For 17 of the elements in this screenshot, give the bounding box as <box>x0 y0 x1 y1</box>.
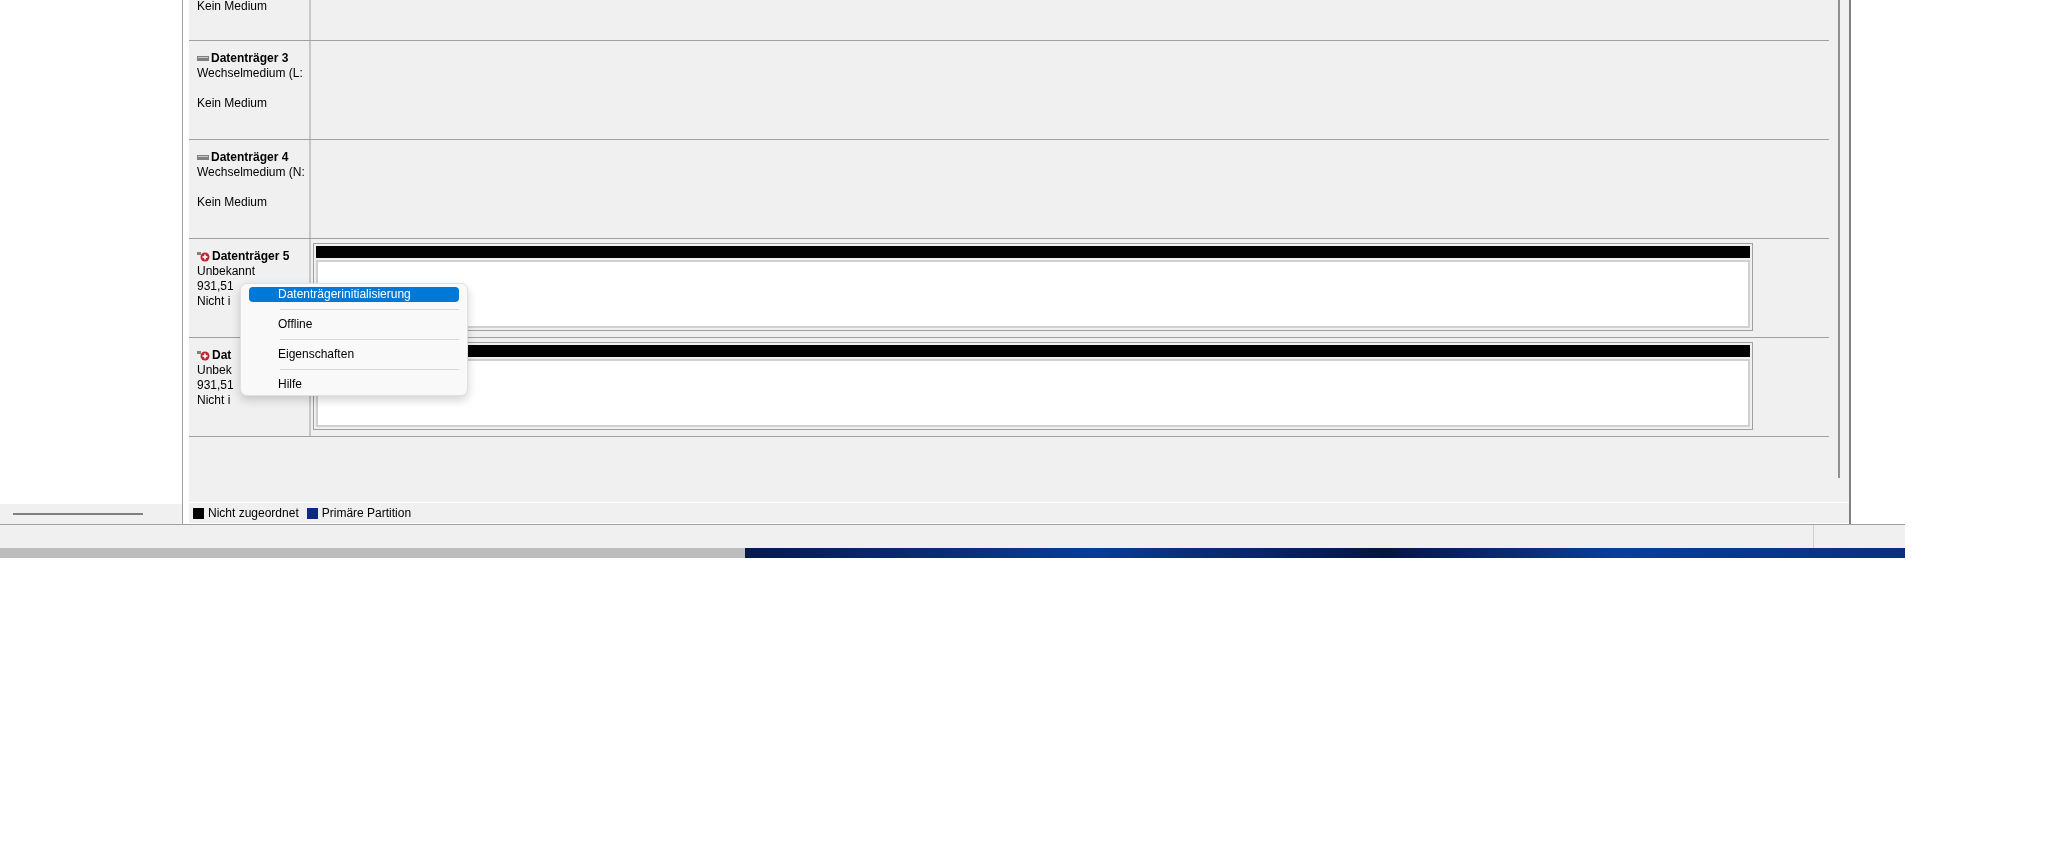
disk-info-text: Unbekannt <box>197 264 256 279</box>
disk-info-text: Kein Medium <box>197 0 269 13</box>
legend-label: Primäre Partition <box>321 505 412 522</box>
disk-info-text: Nicht i <box>197 294 231 309</box>
disk-info-text: Nicht i <box>197 393 231 408</box>
disk-status-text: Kein Medium <box>197 96 268 111</box>
disk-info-text: Wechselmedium (N: <box>197 165 305 180</box>
disk-status-text: Kein Medium <box>197 195 268 210</box>
disk-info-text: 931,51 <box>197 378 234 393</box>
disk-name: Datenträger 5 <box>212 249 290 264</box>
disk-info-text: 931,51 <box>197 279 234 294</box>
disk-name: Dat <box>212 348 232 363</box>
disk-name: Datenträger 4 <box>211 150 289 165</box>
disk-info-text: Wechselmedium (L: <box>197 66 303 81</box>
disk-name: Datenträger 3 <box>211 51 289 66</box>
disk-info-text: Unbek <box>197 363 232 378</box>
legend-label: Nicht zugeordnet <box>208 505 299 522</box>
